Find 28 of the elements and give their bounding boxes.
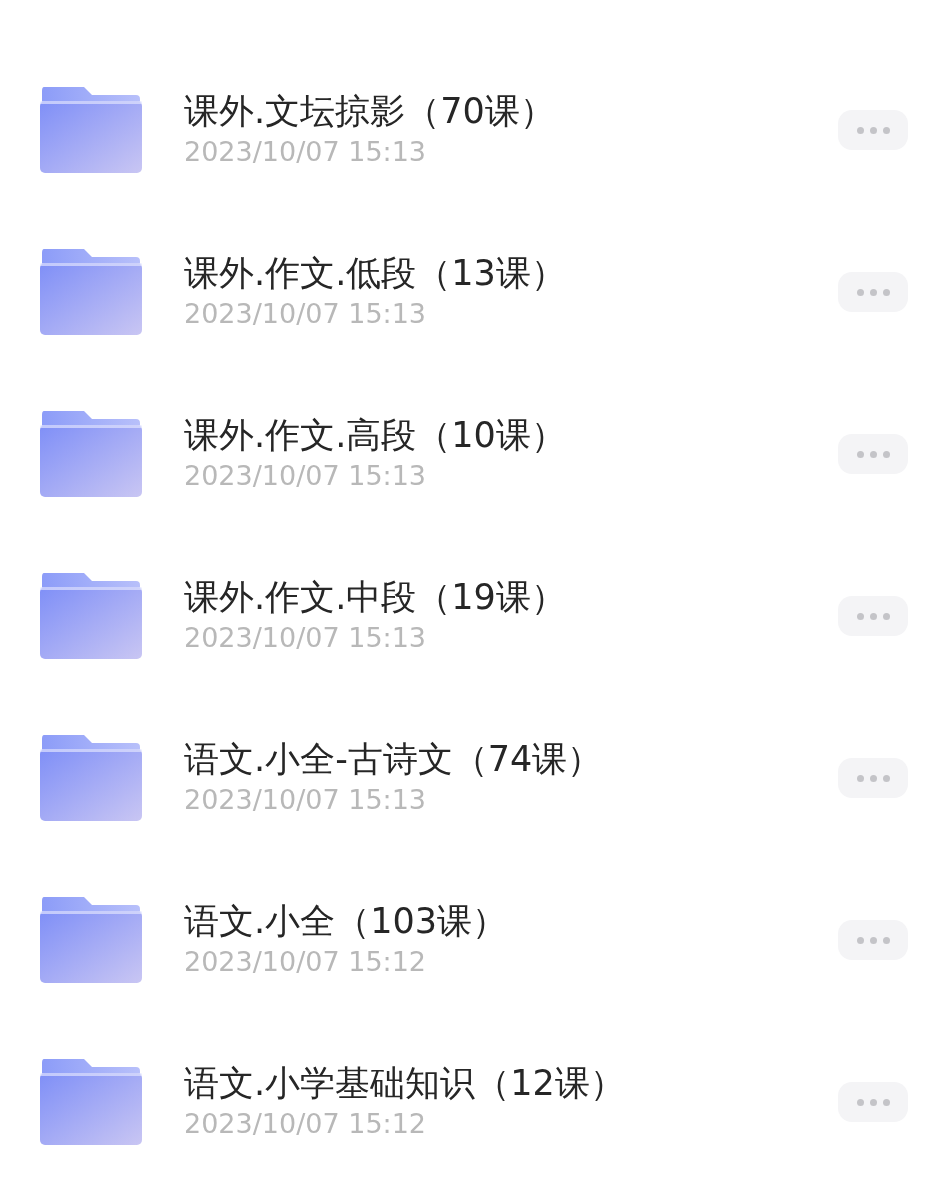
modified-date: 2023/10/07 15:12: [184, 945, 427, 980]
more-button[interactable]: [838, 110, 908, 150]
folder-icon: [40, 411, 142, 497]
modified-date: 2023/10/07 15:13: [184, 783, 427, 818]
folder-name[interactable]: 语文.小全-古诗文（74课）: [184, 738, 838, 781]
folder-icon: [40, 87, 142, 173]
folder-name[interactable]: 课外.作文.中段（19课）: [184, 576, 838, 619]
modified-date: 2023/10/07 15:12: [184, 1107, 427, 1142]
modified-date: 2023/10/07 15:13: [184, 459, 427, 494]
folder-name[interactable]: 语文.小学基础知识（12课）: [184, 1062, 838, 1105]
modified-date: 2023/10/07 15:13: [184, 135, 427, 170]
modified-date: 2023/10/07 15:13: [184, 621, 427, 656]
modified-date: 2023/10/07 15:13: [184, 297, 427, 332]
folder-name[interactable]: 课外.文坛掠影（70课）: [184, 90, 838, 133]
more-button[interactable]: [838, 758, 908, 798]
folder-icon: [40, 573, 142, 659]
more-button[interactable]: [838, 1082, 908, 1122]
more-button[interactable]: [838, 272, 908, 312]
folder-name[interactable]: 课外.作文.高段（10课）: [184, 414, 838, 457]
folder-name[interactable]: 语文.小全（103课）: [184, 900, 838, 943]
more-button[interactable]: [838, 596, 908, 636]
folder-icon: [40, 1059, 142, 1145]
folder-icon: [40, 735, 142, 821]
folder-name[interactable]: 课外.作文.低段（13课）: [184, 252, 838, 295]
more-button[interactable]: [838, 434, 908, 474]
folder-icon: [40, 897, 142, 983]
folder-icon: [40, 249, 142, 335]
more-button[interactable]: [838, 920, 908, 960]
